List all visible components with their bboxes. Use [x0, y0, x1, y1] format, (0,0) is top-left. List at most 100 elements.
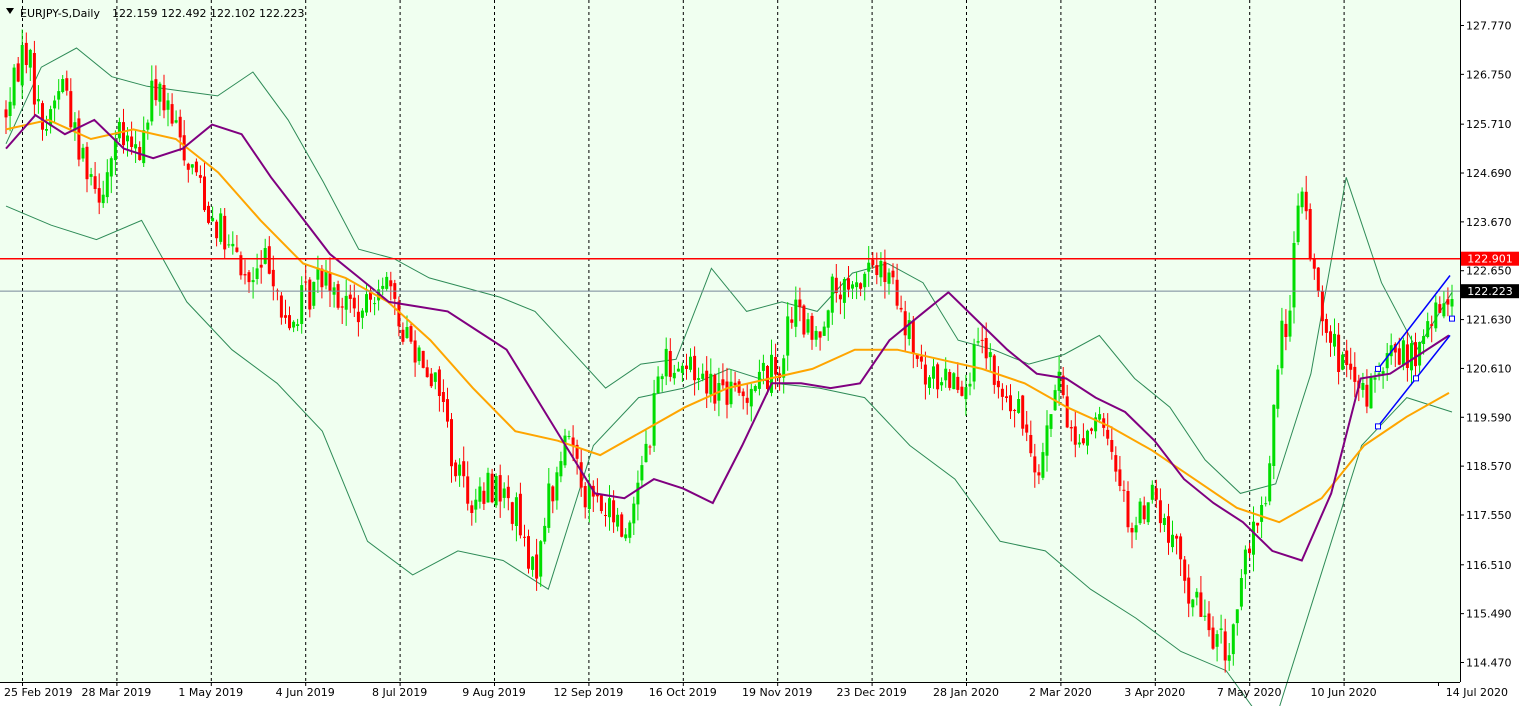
candlestick-chart: 127.770 126.750 125.710 124.690 123.670 122.6… [0, 0, 1526, 710]
candle-body [1158, 500, 1162, 524]
candle-body [28, 49, 32, 68]
candle-body [203, 176, 206, 211]
candle-body [1450, 299, 1454, 307]
candle-body [336, 284, 340, 308]
candle-body [506, 486, 510, 499]
candle-body [891, 270, 895, 278]
candle-body [693, 355, 697, 381]
candle-body [1199, 592, 1203, 617]
candle-body [105, 172, 109, 198]
candle-body [1013, 410, 1017, 411]
candle-body [478, 486, 482, 502]
channel-anchor-handle [1413, 375, 1419, 382]
x-tick-label: 28 Jan 2020 [933, 686, 999, 699]
candle-body [701, 373, 705, 379]
candle-body [514, 497, 518, 526]
candle-body [830, 276, 834, 313]
candle-body [551, 486, 555, 502]
candle-body [1414, 342, 1417, 367]
candle-body [1345, 350, 1349, 365]
candle-body [1235, 609, 1239, 624]
y-tick-label: 115.490 [1466, 608, 1512, 621]
candle-body [1146, 502, 1150, 523]
candle-body [247, 272, 251, 283]
candle-body [1333, 333, 1336, 347]
candle-body [1397, 348, 1401, 365]
candle-body [1434, 302, 1438, 329]
candle-body [166, 100, 170, 110]
candle-body [1175, 535, 1179, 539]
y-tick-label: 119.590 [1466, 411, 1512, 424]
candle-body [41, 103, 44, 130]
candle-body [1341, 354, 1345, 370]
y-tick-label: 122.650 [1466, 265, 1512, 278]
candle-body [194, 161, 198, 173]
candle-body [1324, 319, 1328, 333]
candle-body [818, 331, 822, 338]
candle-body [1009, 395, 1012, 412]
candle-body [320, 268, 324, 288]
y-tick-label: 120.610 [1466, 362, 1512, 375]
candle-body [547, 483, 551, 528]
candle-body [867, 262, 871, 272]
candle-body [413, 340, 417, 363]
candle-body [16, 63, 20, 82]
candle-body [847, 278, 850, 290]
candle-body [664, 348, 668, 377]
candle-body [89, 174, 93, 177]
candle-body [814, 330, 818, 340]
candle-body [421, 350, 425, 368]
candle-body [69, 91, 73, 128]
candle-body [859, 283, 863, 289]
candle-body [344, 295, 348, 310]
candle-body [61, 79, 65, 92]
candle-body [1219, 628, 1223, 630]
x-tick-label: 9 Aug 2019 [462, 686, 525, 699]
candle-body [109, 158, 113, 177]
x-tick-label: 1 May 2019 [178, 686, 243, 699]
candle-body [1280, 320, 1284, 369]
candle-body [20, 45, 24, 86]
y-tick-label: 116.510 [1466, 559, 1512, 572]
candle-body [1260, 505, 1264, 522]
candle-body [932, 366, 935, 379]
x-tick-label: 12 Sep 2019 [554, 686, 624, 699]
candle-body [1110, 440, 1114, 452]
candle-body [1243, 549, 1247, 575]
candle-body [899, 307, 903, 310]
candle-body [1430, 324, 1434, 326]
candle-body [284, 315, 287, 318]
candle-body [871, 259, 875, 266]
candle-body [348, 294, 352, 299]
candle-body [1021, 395, 1025, 429]
candle-body [1312, 258, 1316, 269]
candle-body [304, 281, 308, 283]
candle-body [1106, 429, 1110, 439]
candle-body [1329, 331, 1332, 343]
candle-body [996, 380, 1000, 388]
candle-body [1373, 377, 1377, 380]
candle-body [774, 357, 778, 375]
candle-body [851, 284, 854, 289]
candle-body [1073, 426, 1077, 445]
candle-body [1029, 435, 1033, 454]
candle-body [1069, 427, 1073, 429]
candle-body [895, 279, 899, 306]
candle-body [1320, 291, 1324, 322]
candle-body [1268, 463, 1272, 502]
candle-body [1134, 525, 1138, 533]
candle-body [215, 221, 219, 239]
candle-body [838, 294, 842, 300]
candle-body [130, 136, 134, 147]
candle-body [288, 315, 291, 329]
chart-window: 127.770 126.750 125.710 124.690 123.670 122.6… [0, 0, 1526, 710]
candle-body [668, 351, 672, 377]
candle-body [1405, 344, 1409, 368]
candle-body [1077, 442, 1081, 445]
candle-body [1337, 334, 1341, 372]
candle-body [65, 78, 69, 91]
candle-body [1167, 516, 1170, 543]
candle-body [1142, 505, 1146, 520]
candle-body [429, 373, 433, 387]
candle-body [1187, 577, 1191, 604]
